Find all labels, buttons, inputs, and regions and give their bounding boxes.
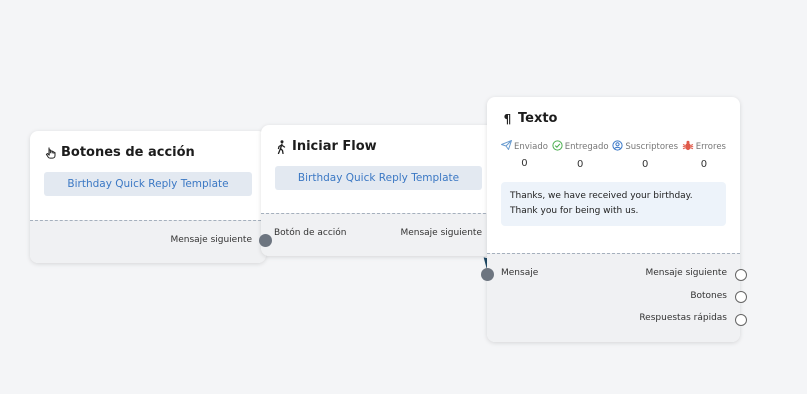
stat-enviado: Enviado 0 <box>501 140 548 170</box>
template-button[interactable]: Birthday Quick Reply Template <box>44 172 252 196</box>
node-title: Iniciar Flow <box>275 139 482 154</box>
output-label-mensaje-siguiente: Mensaje siguiente <box>400 228 482 238</box>
stat-entregado: Entregado 0 <box>552 140 609 170</box>
stat-suscriptores: Suscriptores 0 <box>612 140 678 170</box>
message-bubble[interactable]: Thanks, we have received your birthday. … <box>501 182 726 226</box>
stat-label-text: Entregado <box>564 142 609 152</box>
output-label-mensaje-siguiente: Mensaje siguiente <box>645 268 727 278</box>
node-footer: Botón de acción Mensaje siguiente <box>261 213 496 256</box>
stat-value: 0 <box>641 159 649 170</box>
template-button[interactable]: Birthday Quick Reply Template <box>275 166 482 190</box>
stat-label-text: Suscriptores <box>625 142 678 152</box>
node-texto[interactable]: ¶ Texto Enviado 0 Entregado 0 Suscriptor… <box>487 97 740 342</box>
output-port-mensaje-siguiente[interactable] <box>735 269 747 281</box>
bug-icon <box>682 140 694 154</box>
stat-errores: Errores 0 <box>682 140 726 170</box>
stat-value: 0 <box>700 159 708 170</box>
stat-label-text: Enviado <box>514 141 548 152</box>
output-port-respuestas-rapidas[interactable] <box>735 314 747 326</box>
user-circle-icon <box>612 140 623 154</box>
node-botones-de-accion[interactable]: Botones de acción Birthday Quick Reply T… <box>30 131 266 263</box>
node-title: ¶ Texto <box>501 111 726 126</box>
input-port-flow[interactable] <box>259 234 272 247</box>
node-iniciar-flow[interactable]: Iniciar Flow Birthday Quick Reply Templa… <box>261 125 496 256</box>
person-walking-icon <box>275 139 288 154</box>
check-circle-icon <box>552 140 563 154</box>
output-label-respuestas-rapidas: Respuestas rápidas <box>639 313 727 323</box>
stat-label-text: Errores <box>695 142 726 152</box>
stat-value: 0 <box>576 159 584 170</box>
node-title-text: Texto <box>518 111 558 126</box>
node-footer: Mensaje siguiente <box>30 220 266 263</box>
stat-value: 0 <box>521 158 528 169</box>
node-title-text: Iniciar Flow <box>292 139 377 154</box>
node-title-text: Botones de acción <box>61 145 195 160</box>
input-label-boton-de-accion: Botón de acción <box>274 228 347 238</box>
hand-pointer-icon <box>44 146 57 160</box>
node-footer: Mensaje Mensaje siguiente Botones Respue… <box>487 253 740 342</box>
output-port-botones[interactable] <box>735 291 747 303</box>
input-port-texto[interactable] <box>481 268 494 281</box>
output-label-botones: Botones <box>690 291 727 301</box>
input-label-mensaje: Mensaje <box>501 268 539 278</box>
output-label-mensaje-siguiente: Mensaje siguiente <box>170 235 252 245</box>
pilcrow-icon: ¶ <box>503 111 512 126</box>
node-title: Botones de acción <box>44 145 252 160</box>
send-icon <box>501 140 512 153</box>
stats-row: Enviado 0 Entregado 0 Suscriptores 0 Err… <box>501 140 726 170</box>
